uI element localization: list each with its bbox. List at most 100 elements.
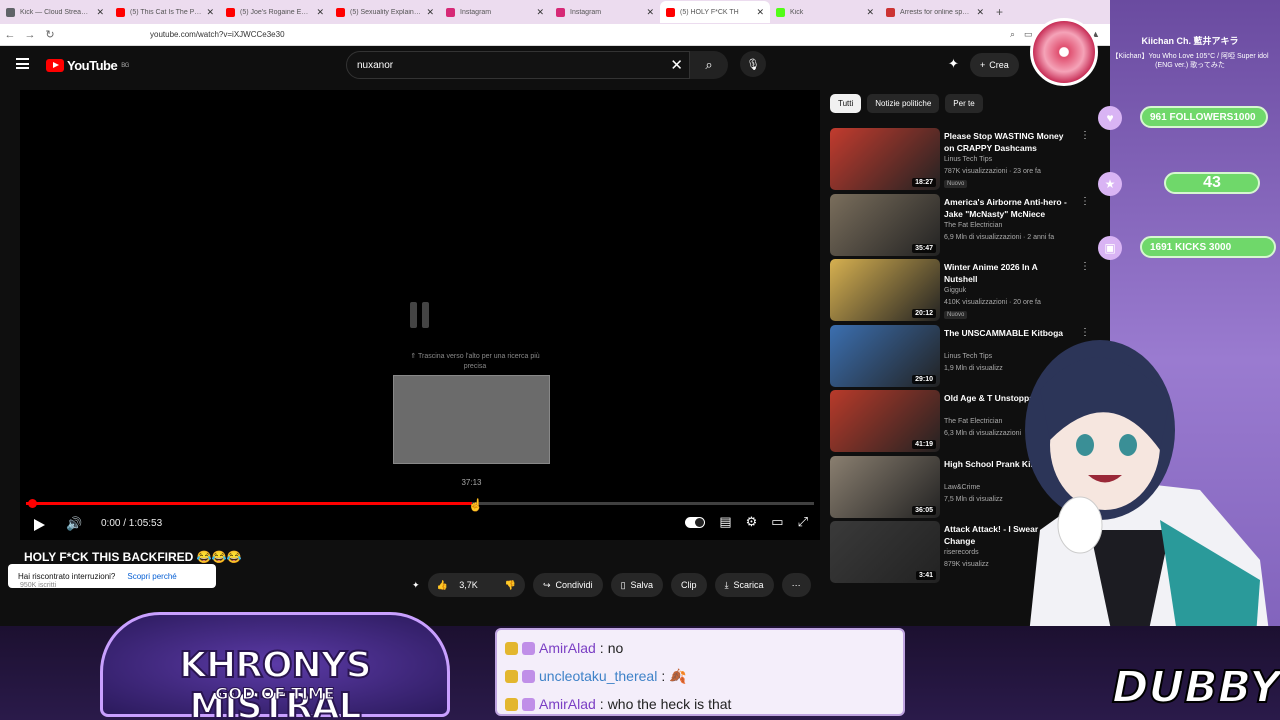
- recommendation-item[interactable]: 18:27 Please Stop WASTING Money on CRAPPY…: [830, 128, 1110, 190]
- more-actions-button[interactable]: ⋯: [781, 573, 811, 597]
- video-thumbnail[interactable]: 36:05: [830, 455, 940, 518]
- seek-preview-time: 37:13: [461, 478, 482, 487]
- tab-favicon: [116, 7, 125, 17]
- video-thumbnail[interactable]: 41:19: [830, 390, 940, 452]
- chat-message: uncleotaku_thereal: 🍂: [505, 662, 895, 690]
- filter-chip[interactable]: Tutti: [830, 94, 862, 113]
- browser-tab[interactable]: (5) HOLY F*CK TH ✕: [660, 1, 770, 23]
- now-playing-title: Kiichan Ch. 藍井アキラ: [1141, 36, 1239, 46]
- video-thumbnail[interactable]: 29:10: [830, 324, 940, 387]
- chat-badge-icon: [505, 669, 518, 683]
- more-options-icon[interactable]: ⋮: [1080, 261, 1090, 272]
- scrubber-handle[interactable]: [28, 499, 37, 508]
- video-thumbnail[interactable]: 18:27: [830, 128, 940, 190]
- recommendation-meta: 6,9 Mln di visualizzazioni · 2 anni fa: [944, 233, 1055, 241]
- browser-tab[interactable]: (5) This Cat Is The Perfect ✕: [110, 1, 220, 23]
- video-thumbnail[interactable]: 35:47: [830, 193, 940, 256]
- streamer-logo-subtitle: GOD OF TIME: [215, 684, 335, 704]
- tab-label: Arrests for online speech: [900, 8, 972, 16]
- search-input[interactable]: nuxanor ✕: [346, 51, 690, 79]
- browser-tab[interactable]: Instagram ✕: [550, 1, 660, 23]
- more-options-icon[interactable]: ⋮: [1080, 130, 1090, 141]
- chat-badge-icon: [505, 697, 518, 711]
- download-button[interactable]: ⤓ Scarica: [714, 573, 774, 597]
- youtube-page: YouTube BG nuxanor ✕ ⌕ 🎙 ✦ + Crea ⇑ Tras…: [0, 46, 1110, 626]
- search-button[interactable]: ⌕: [690, 51, 728, 79]
- chat-username[interactable]: AmirAlad: [539, 634, 596, 662]
- screen: Kick — Cloud Streaming ✕ (5) This Cat Is T…: [0, 0, 1280, 720]
- subtitles-icon[interactable]: ▤: [719, 514, 731, 530]
- settings-gear-icon[interactable]: ⚙: [746, 514, 758, 530]
- browser-tab[interactable]: (5) Joe's Rogaine Experie ✕: [220, 1, 330, 23]
- filter-chip[interactable]: Per te: [945, 94, 983, 113]
- save-button[interactable]: ▯ Salva: [610, 573, 664, 597]
- video-thumbnail[interactable]: 3:41: [830, 521, 940, 583]
- goal-icon: ▣: [1098, 236, 1122, 260]
- sparkle-icon[interactable]: ✦: [948, 56, 959, 72]
- browser-tab[interactable]: Kick ✕: [770, 1, 880, 23]
- share-button[interactable]: ↪ Condividi: [533, 573, 603, 597]
- browser-tabbar: Kick — Cloud Streaming ✕ (5) This Cat Is T…: [0, 0, 1110, 24]
- chat-text: who the heck is that: [607, 696, 732, 712]
- notice-link[interactable]: Scopri perché: [127, 572, 176, 581]
- new-tab-button[interactable]: +: [990, 5, 1009, 19]
- close-tab-icon[interactable]: ✕: [316, 7, 324, 18]
- browser-tab[interactable]: Instagram ✕: [440, 1, 550, 23]
- play-button[interactable]: [34, 519, 45, 531]
- like-count: 3,7K: [459, 579, 478, 590]
- dislike-button[interactable]: 👎: [496, 580, 525, 591]
- youtube-logo[interactable]: YouTube BG: [46, 58, 129, 73]
- chat-username[interactable]: AmirAlad: [539, 690, 596, 718]
- recommendation-channel[interactable]: Linus Tech Tips: [944, 156, 992, 163]
- close-tab-icon[interactable]: ✕: [866, 7, 874, 18]
- back-icon[interactable]: ←: [0, 29, 20, 41]
- tab-label: Instagram: [460, 8, 492, 16]
- recommendation-title[interactable]: Please Stop WASTING Money on CRAPPY Dash…: [944, 130, 1069, 154]
- video-thumbnail[interactable]: 20:12: [830, 259, 940, 321]
- recommendation-channel[interactable]: The Fat Electrician: [944, 222, 1002, 229]
- forward-icon[interactable]: →: [20, 29, 40, 41]
- browser-tab[interactable]: (5) Sexuality Explained wit ✕: [330, 1, 440, 23]
- now-playing-subtitle: 【Kiichan】You Who Love 105°C / 阿啞 Super i…: [1111, 53, 1269, 69]
- tab-favicon: [6, 7, 15, 17]
- url-field[interactable]: youtube.com/watch?v=iXJWCCe3e30: [150, 30, 285, 39]
- clip-button[interactable]: Clip: [671, 573, 707, 597]
- close-tab-icon[interactable]: ✕: [206, 7, 214, 18]
- tab-favicon: [556, 7, 565, 17]
- chat-text: 🍂: [669, 668, 687, 684]
- close-tab-icon[interactable]: ✕: [756, 7, 764, 18]
- reload-icon[interactable]: ↻: [40, 28, 60, 41]
- filter-chip[interactable]: Notizie politiche: [867, 94, 940, 113]
- create-button[interactable]: + Crea: [970, 53, 1019, 77]
- recommendation-title[interactable]: America's Airborne Anti-hero - Jake "McN…: [944, 196, 1069, 220]
- close-tab-icon[interactable]: ✕: [536, 7, 544, 18]
- volume-icon[interactable]: 🔊: [66, 516, 82, 532]
- browser-tab[interactable]: Kick — Cloud Streaming ✕: [0, 1, 110, 23]
- close-tab-icon[interactable]: ✕: [976, 7, 984, 18]
- recommendation-item[interactable]: 35:47 America's Airborne Anti-hero - Jake…: [830, 193, 1110, 256]
- clear-icon[interactable]: ✕: [670, 56, 683, 74]
- like-button[interactable]: 👍 3,7K: [428, 580, 496, 591]
- search-query: nuxanor: [357, 59, 394, 71]
- browser-tab[interactable]: Arrests for online speech ✕: [880, 1, 990, 23]
- close-tab-icon[interactable]: ✕: [426, 7, 434, 18]
- autoplay-toggle[interactable]: [685, 516, 706, 528]
- fullscreen-icon[interactable]: ⤢: [798, 514, 808, 530]
- theater-mode-icon[interactable]: ▭: [771, 514, 783, 530]
- voice-search-button[interactable]: 🎙: [740, 51, 766, 77]
- sparkle-action-icon[interactable]: ✦: [412, 580, 420, 591]
- menu-icon[interactable]: [16, 58, 29, 69]
- progress-fill: [26, 502, 472, 505]
- tab-favicon: [776, 7, 785, 17]
- progress-bar[interactable]: [26, 499, 814, 508]
- goal-bar: 1691 KICKS 3000: [1140, 236, 1276, 258]
- goal-bar: 961 FOLLOWERS1000: [1140, 106, 1268, 128]
- close-tab-icon[interactable]: ✕: [646, 7, 654, 18]
- close-tab-icon[interactable]: ✕: [96, 7, 104, 18]
- mic-icon: 🎙: [746, 58, 760, 71]
- zoom-icon[interactable]: ⌕: [1010, 29, 1015, 40]
- now-playing-widget: Kiichan Ch. 藍井アキラ 【Kiichan】You Who Love …: [1030, 14, 1280, 86]
- chat-username[interactable]: uncleotaku_thereal: [539, 662, 657, 690]
- video-player[interactable]: ⇑ Trascina verso l'alto per una ricerca …: [20, 90, 820, 540]
- more-options-icon[interactable]: ⋮: [1080, 196, 1090, 207]
